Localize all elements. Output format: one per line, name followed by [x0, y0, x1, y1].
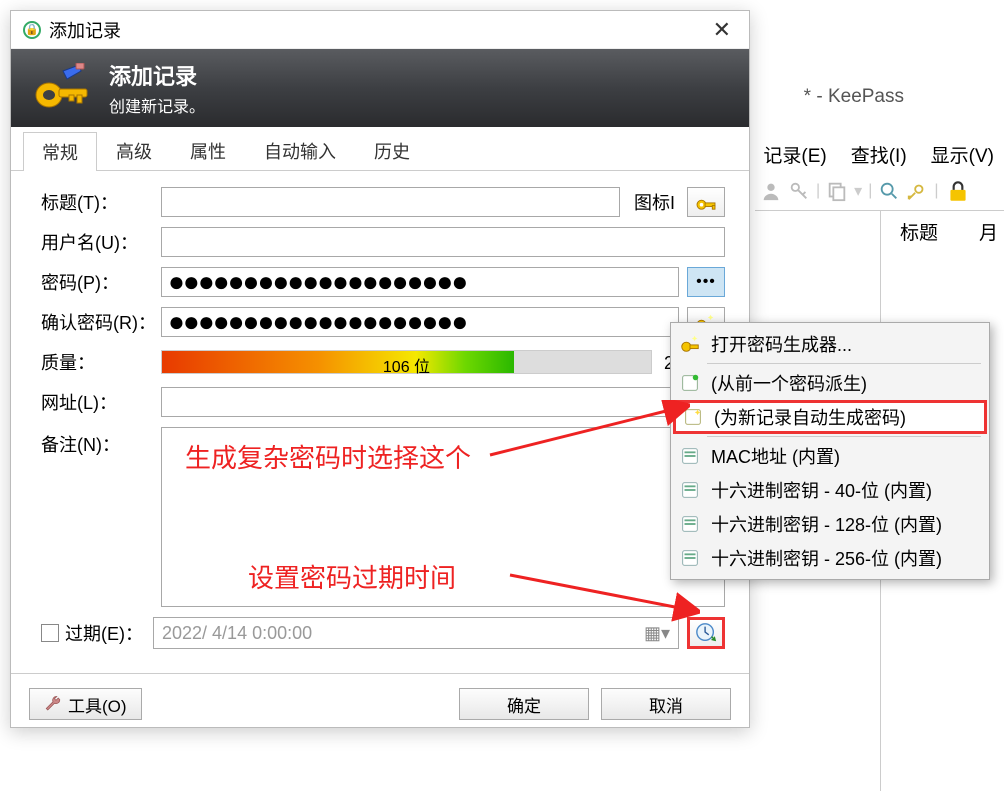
toolbar-lock-icon[interactable]: [945, 178, 971, 204]
ok-button[interactable]: 确定: [459, 688, 589, 720]
label-quality: 质量：: [41, 349, 161, 375]
notes-input[interactable]: [161, 427, 725, 607]
label-password: 密码(P)：: [41, 269, 161, 295]
menu-open-generator[interactable]: 打开密码生成器...: [673, 327, 987, 361]
menu-mac-address[interactable]: MAC地址 (内置): [673, 439, 987, 473]
bg-window-title: * - KeePass: [804, 86, 904, 108]
confirm-password-input[interactable]: ●●●●●●●●●●●●●●●●●●●●: [161, 307, 679, 337]
label-url: 网址(L)：: [41, 389, 161, 415]
label-notes: 备注(N)：: [41, 427, 161, 457]
form-area: 标题(T)： 图标I 用户名(U)： 密码(P)： ●●●●●●●●●●●●●●…: [11, 171, 749, 659]
password-generator-menu: 打开密码生成器... (从前一个密码派生) (为新记录自动生成密码) MAC地址…: [670, 322, 990, 580]
username-input[interactable]: [161, 227, 725, 257]
tab-properties[interactable]: 属性: [171, 131, 245, 170]
profile-icon: [679, 479, 701, 501]
toolbar-user-icon[interactable]: [760, 180, 782, 202]
menu-derive-previous[interactable]: (从前一个密码派生): [673, 366, 987, 400]
menu-hex-40[interactable]: 十六进制密钥 - 40-位 (内置): [673, 473, 987, 507]
profile-icon: [679, 445, 701, 467]
quality-text: 106 位: [162, 353, 651, 377]
tab-autotype[interactable]: 自动输入: [245, 131, 355, 170]
tab-advanced[interactable]: 高级: [97, 131, 171, 170]
label-confirm: 确认密码(R)：: [41, 309, 161, 335]
menu-hex-256[interactable]: 十六进制密钥 - 256-位 (内置): [673, 541, 987, 575]
label-title: 标题(T)：: [41, 189, 161, 215]
column-header-title[interactable]: 标题: [900, 218, 938, 245]
add-entry-dialog: 🔒 添加记录 ✕ 添加记录 创建新记录。 常规 高级 属性 自动输入 历史 标题…: [10, 10, 750, 728]
dialog-divider: [11, 673, 749, 674]
label-username: 用户名(U)：: [41, 229, 161, 255]
dialog-title: 添加记录: [49, 17, 707, 43]
label-icon: 图标I: [634, 189, 675, 215]
expire-checkbox[interactable]: [41, 624, 59, 642]
calendar-dropdown-icon[interactable]: ▦▾: [644, 623, 670, 644]
dialog-button-bar: 工具(O) 确定 取消: [11, 688, 749, 734]
dots-icon: •••: [696, 273, 716, 291]
bg-menu-bar: G) 记录(E) 查找(I) 显示(V): [718, 141, 994, 168]
menu-auto-generate-new[interactable]: (为新记录自动生成密码): [673, 400, 987, 434]
key-icon: [695, 193, 717, 211]
toolbar-key2-icon[interactable]: [906, 180, 928, 202]
cancel-button[interactable]: 取消: [601, 688, 731, 720]
menu-record[interactable]: 记录(E): [763, 141, 826, 168]
profile-icon: [679, 547, 701, 569]
tab-bar: 常规 高级 属性 自动输入 历史: [11, 127, 749, 171]
url-input[interactable]: [161, 387, 725, 417]
tab-history[interactable]: 历史: [355, 131, 429, 170]
profile-icon: [679, 372, 701, 394]
column-header-f[interactable]: 月: [979, 218, 998, 245]
banner-subtitle: 创建新记录。: [109, 93, 205, 117]
close-button[interactable]: ✕: [707, 17, 737, 43]
profile-icon: [679, 513, 701, 535]
dialog-titlebar: 🔒 添加记录 ✕: [11, 11, 749, 49]
tools-button[interactable]: 工具(O): [29, 688, 142, 720]
quality-meter: 106 位: [161, 350, 652, 374]
toolbar-key-icon[interactable]: [788, 180, 810, 202]
menu-hex-128[interactable]: 十六进制密钥 - 128-位 (内置): [673, 507, 987, 541]
toolbar-copy-icon[interactable]: [826, 180, 848, 202]
expire-datetime-input[interactable]: 2022/ 4/14 0:00:00 ▦▾: [153, 617, 679, 649]
icon-picker-button[interactable]: [687, 187, 725, 217]
title-input[interactable]: [161, 187, 620, 217]
menu-find[interactable]: 查找(I): [851, 141, 907, 168]
banner-title: 添加记录: [109, 59, 205, 91]
expire-preset-button[interactable]: [687, 617, 725, 649]
dialog-lock-icon: 🔒: [23, 21, 41, 39]
label-expire: 过期(E)：: [65, 620, 143, 646]
dialog-banner: 添加记录 创建新记录。: [11, 49, 749, 127]
profile-new-icon: [682, 406, 704, 428]
banner-key-icon: [31, 63, 91, 113]
clock-icon: [695, 622, 717, 644]
password-input[interactable]: ●●●●●●●●●●●●●●●●●●●●: [161, 267, 679, 297]
toolbar-search-icon[interactable]: [878, 180, 900, 202]
tab-general[interactable]: 常规: [23, 132, 97, 171]
bg-toolbar: | ▾ | |: [760, 176, 1004, 206]
menu-view[interactable]: 显示(V): [931, 141, 994, 168]
menu-separator: [707, 363, 981, 364]
menu-separator: [707, 436, 981, 437]
toggle-password-visibility-button[interactable]: •••: [687, 267, 725, 297]
wrench-icon: [44, 695, 62, 713]
key-sparkle-icon: [679, 333, 701, 355]
